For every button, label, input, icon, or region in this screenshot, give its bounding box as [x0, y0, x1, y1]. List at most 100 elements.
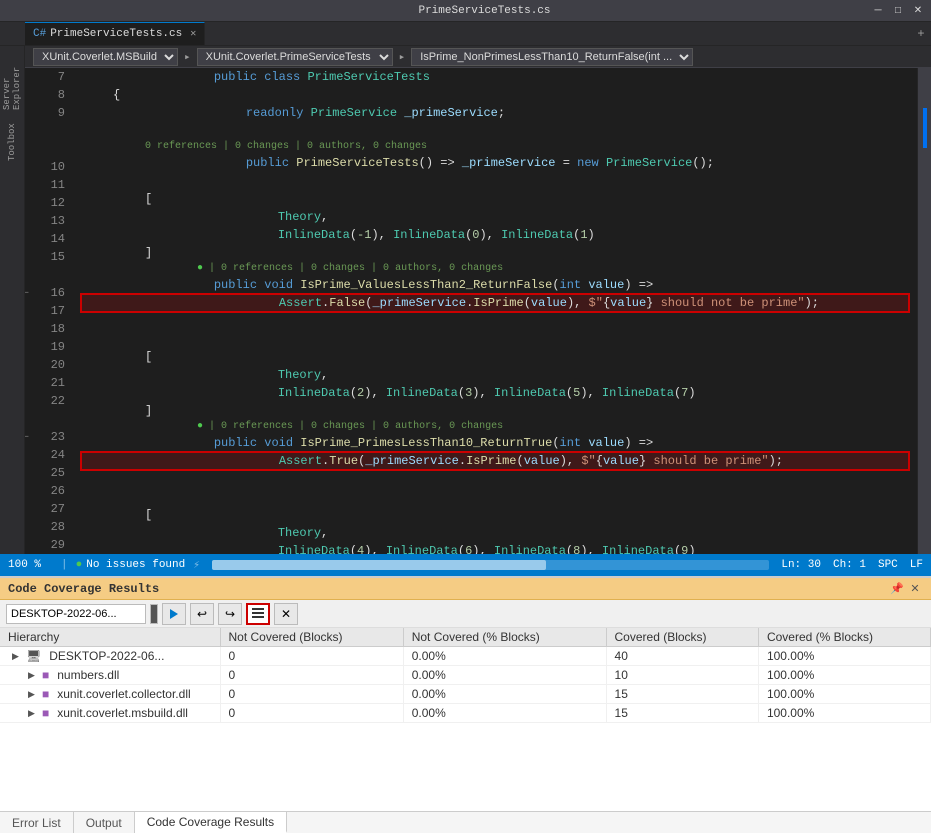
sidebar-item-toolbox[interactable]: Toolbox	[2, 112, 22, 172]
hierarchy-cell[interactable]: ▶ ■ xunit.coverlet.msbuild.dll	[0, 704, 220, 723]
not-covered-pct: 0.00%	[403, 685, 606, 704]
covered-pct: 100.00%	[758, 685, 930, 704]
computer-icon: 🖥	[26, 649, 41, 663]
table-row[interactable]: ▶ ■ xunit.coverlet.msbuild.dll 0 0.00% 1…	[0, 704, 931, 723]
covered-blocks: 10	[606, 666, 758, 685]
coverage-undo-button[interactable]: ↩	[190, 603, 214, 625]
hierarchy-cell[interactable]: ▶ 🖥 DESKTOP-2022-06...	[0, 647, 220, 666]
covered-blocks: 40	[606, 647, 758, 666]
coverage-input-clear[interactable]	[150, 604, 158, 624]
expand-icon[interactable]: ▶	[28, 708, 38, 719]
hierarchy-cell[interactable]: ▶ ■ numbers.dll	[0, 666, 220, 685]
coverage-export-button[interactable]	[246, 603, 270, 625]
bottom-tab-output[interactable]: Output	[74, 812, 135, 833]
cs-file-icon: C#	[33, 28, 46, 40]
not-covered-blocks: 0	[220, 685, 403, 704]
code-line-26	[81, 488, 909, 506]
coverage-header: Code Coverage Results 📌 ✕	[0, 578, 931, 600]
row-name: DESKTOP-2022-06...	[49, 649, 164, 663]
not-covered-blocks: 0	[220, 704, 403, 723]
class-breadcrumb[interactable]: XUnit.Coverlet.PrimeServiceTests	[197, 48, 393, 66]
code-line-10: public PrimeServiceTests() => _primeServ…	[81, 154, 909, 172]
col-header-covered-blocks[interactable]: Covered (Blocks)	[606, 628, 758, 647]
coverage-search-input[interactable]	[6, 604, 146, 624]
col-header-covered-pct[interactable]: Covered (% Blocks)	[758, 628, 930, 647]
table-row[interactable]: ▶ ■ xunit.coverlet.collector.dll 0 0.00%…	[0, 685, 931, 704]
not-covered-blocks: 0	[220, 666, 403, 685]
ln-17: 17	[33, 302, 65, 320]
covered-blocks: 15	[606, 704, 758, 723]
close-button[interactable]: ✕	[909, 3, 927, 19]
minimize-button[interactable]: ─	[869, 3, 887, 19]
hierarchy-cell[interactable]: ▶ ■ xunit.coverlet.collector.dll	[0, 685, 220, 704]
tab-bar: C# PrimeServiceTests.cs ✕ +	[0, 22, 931, 46]
ln-28: 28	[33, 518, 65, 536]
ln-refinfo2	[33, 266, 65, 284]
editor-scrollbar[interactable]	[917, 68, 931, 554]
method-breadcrumb[interactable]: IsPrime_NonPrimesLessThan10_ReturnFalse(…	[411, 48, 693, 66]
coverage-redo-button[interactable]: ↪	[218, 603, 242, 625]
project-breadcrumb[interactable]: XUnit.Coverlet.MSBuild	[33, 48, 178, 66]
sidebar-item-server-explorer[interactable]: Server Explorer	[2, 50, 22, 110]
line-info: Ln: 30	[781, 559, 821, 571]
bottom-tab-error-list[interactable]: Error List	[0, 812, 74, 833]
code-line-9: readonly PrimeService _primeService;	[81, 104, 909, 122]
coverage-toolbar: ↩ ↪ ✕	[0, 600, 931, 628]
ln-16: ─ 16	[33, 284, 65, 302]
col-header-not-covered-pct[interactable]: Not Covered (% Blocks)	[403, 628, 606, 647]
code-line-29: InlineData(4), InlineData(6), InlineData…	[81, 542, 909, 554]
col-header-not-covered-blocks[interactable]: Not Covered (Blocks)	[220, 628, 403, 647]
coverage-pin-button[interactable]: 📌	[889, 581, 905, 597]
status-no-issues: ● No issues found	[76, 559, 186, 571]
expand-icon[interactable]: ▶	[28, 689, 38, 700]
coverage-delete-button[interactable]: ✕	[274, 603, 298, 625]
ln-22: 22	[33, 392, 65, 410]
col-info: Ch: 1	[833, 559, 866, 571]
covered-pct: 100.00%	[758, 704, 930, 723]
expand-icon[interactable]: ▶	[12, 651, 22, 662]
status-right: Ln: 30 Ch: 1 SPC LF	[781, 559, 923, 571]
coverage-run-button[interactable]	[162, 603, 186, 625]
col-header-hierarchy[interactable]: Hierarchy	[0, 628, 220, 647]
progress-fill	[212, 560, 546, 570]
ln-19: 19	[33, 338, 65, 356]
bottom-tab-coverage-results[interactable]: Code Coverage Results	[135, 812, 287, 833]
tab-label: PrimeServiceTests.cs	[50, 28, 182, 40]
table-row[interactable]: ▶ 🖥 DESKTOP-2022-06... 0 0.00% 40 100.00…	[0, 647, 931, 666]
ln-20: 20	[33, 356, 65, 374]
new-tab-button[interactable]: +	[911, 22, 931, 45]
ln-blank1	[33, 122, 65, 140]
code-editor[interactable]: 7 8 9 10 11 12 13 14 15 ─ 16 17	[25, 68, 931, 554]
breadcrumb-bar: XUnit.Coverlet.MSBuild ▸ XUnit.Coverlet.…	[25, 46, 931, 68]
table-row[interactable]: ▶ ■ numbers.dll 0 0.00% 10 100.00%	[0, 666, 931, 685]
maximize-button[interactable]: □	[889, 3, 907, 19]
ln-7: 7	[33, 68, 65, 86]
tab-prime-service-tests[interactable]: C# PrimeServiceTests.cs ✕	[25, 22, 205, 45]
ln-10: 10	[33, 158, 65, 176]
ln-23: ─ 23	[33, 428, 65, 446]
bottom-tabs: Error List Output Code Coverage Results	[0, 811, 931, 833]
coverage-title: Code Coverage Results	[8, 582, 159, 596]
ln-25: 25	[33, 464, 65, 482]
coverage-table: Hierarchy Not Covered (Blocks) Not Cover…	[0, 628, 931, 811]
ln-refinfo3	[33, 410, 65, 428]
code-lines: public class PrimeServiceTests { readonl…	[73, 68, 917, 554]
not-covered-blocks: 0	[220, 647, 403, 666]
zoom-level[interactable]: 100 %	[8, 559, 53, 571]
expand-icon[interactable]: ▶	[28, 670, 38, 681]
row-name: xunit.coverlet.msbuild.dll	[57, 706, 188, 720]
covered-blocks: 15	[606, 685, 758, 704]
coverage-data-table: Hierarchy Not Covered (Blocks) Not Cover…	[0, 628, 931, 723]
title-bar: PrimeServiceTests.cs ─ □ ✕	[0, 0, 931, 22]
code-line-7: public class PrimeServiceTests	[81, 68, 909, 86]
ln-9: 9	[33, 104, 65, 122]
code-editor-area: XUnit.Coverlet.MSBuild ▸ XUnit.Coverlet.…	[25, 46, 931, 554]
tab-close-icon[interactable]: ✕	[190, 28, 196, 40]
line-ending-info: LF	[910, 559, 923, 571]
ln-26: 26	[33, 482, 65, 500]
coverage-close-button[interactable]: ✕	[907, 581, 923, 597]
ln-12: 12	[33, 194, 65, 212]
no-issues-icon: ●	[76, 559, 83, 571]
code-line-17: Assert.False(_primeService.IsPrime(value…	[81, 294, 909, 312]
coverage-header-buttons: 📌 ✕	[889, 581, 923, 597]
